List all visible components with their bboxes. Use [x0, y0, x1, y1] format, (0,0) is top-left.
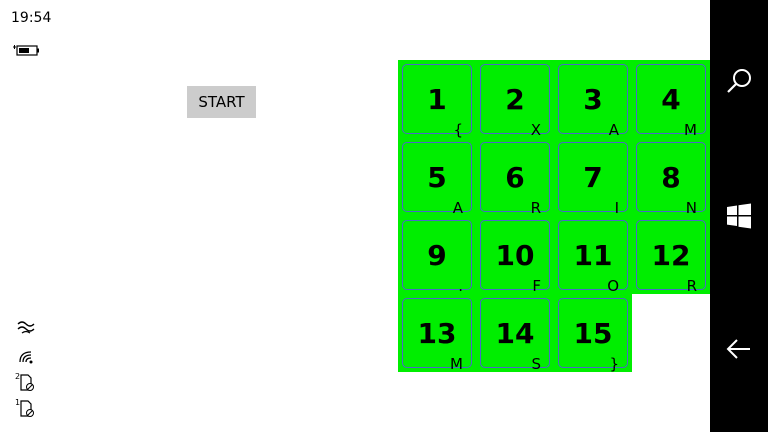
tile-number: 7: [583, 161, 603, 194]
tile-number: 5: [427, 161, 447, 194]
puzzle-tile[interactable]: 8 N: [636, 142, 706, 217]
tile-letter: {: [453, 121, 463, 139]
tile-letter: }: [609, 355, 619, 373]
signal-icon: [14, 346, 40, 366]
tile-number: 1: [427, 83, 447, 116]
puzzle-tile[interactable]: 5 A: [402, 142, 472, 217]
svg-text:2: 2: [15, 372, 20, 381]
puzzle-tile[interactable]: 6 R: [480, 142, 550, 217]
puzzle-tile[interactable]: 3 A: [558, 64, 628, 139]
tile-letter: A: [452, 199, 463, 217]
svg-text:1: 1: [15, 398, 20, 407]
puzzle-tile[interactable]: 13 M: [402, 298, 472, 373]
tile-number: 8: [661, 161, 681, 194]
tile-letter: S: [531, 355, 541, 373]
tile-number: 6: [505, 161, 525, 194]
battery-icon: [12, 42, 42, 56]
tile-letter: .: [458, 277, 463, 295]
puzzle-board: 1 { 2 X 3 A 4 M 5 A 6 R 7 I 8 N 9 . 10 F…: [398, 60, 710, 373]
windows-icon[interactable]: [724, 201, 754, 231]
back-icon[interactable]: [724, 334, 754, 364]
tile-letter: R: [530, 199, 541, 217]
tile-letter: M: [684, 121, 697, 139]
tile-number: 14: [495, 317, 535, 350]
search-icon[interactable]: [724, 66, 754, 96]
tile-letter: A: [608, 121, 619, 139]
tile-letter: O: [607, 277, 619, 295]
tile-number: 11: [573, 239, 613, 272]
puzzle-tile[interactable]: 15 }: [558, 298, 628, 373]
puzzle-tile[interactable]: 9 .: [402, 220, 472, 295]
tile-letter: M: [450, 355, 463, 373]
sim-1-icon: 1: [14, 398, 40, 418]
puzzle-tile[interactable]: 14 S: [480, 298, 550, 373]
tile-number: 3: [583, 83, 603, 116]
tile-number: 15: [573, 317, 613, 350]
puzzle-tile[interactable]: 4 M: [636, 64, 706, 139]
puzzle-tile[interactable]: 12 R: [636, 220, 706, 295]
status-time: 19:54: [11, 10, 52, 26]
tile-letter: I: [614, 199, 619, 217]
puzzle-tile[interactable]: 7 I: [558, 142, 628, 217]
tile-number: 13: [417, 317, 457, 350]
tile-letter: X: [530, 121, 541, 139]
tile-number: 10: [495, 239, 535, 272]
puzzle-tile[interactable]: 1 {: [402, 64, 472, 139]
navigation-bar: [710, 0, 768, 432]
puzzle-tile[interactable]: 11 O: [558, 220, 628, 295]
puzzle-tile[interactable]: 2 X: [480, 64, 550, 139]
tile-letter: N: [685, 199, 697, 217]
tile-number: 9: [427, 239, 447, 272]
tile-number: 2: [505, 83, 525, 116]
wifi-calling-icon: [14, 318, 40, 338]
tile-letter: R: [686, 277, 697, 295]
sim-2-icon: 2: [14, 372, 40, 392]
tile-number: 4: [661, 83, 681, 116]
puzzle-tile[interactable]: 10 F: [480, 220, 550, 295]
tile-number: 12: [651, 239, 691, 272]
start-button[interactable]: START: [187, 86, 256, 118]
tile-letter: F: [532, 277, 541, 295]
